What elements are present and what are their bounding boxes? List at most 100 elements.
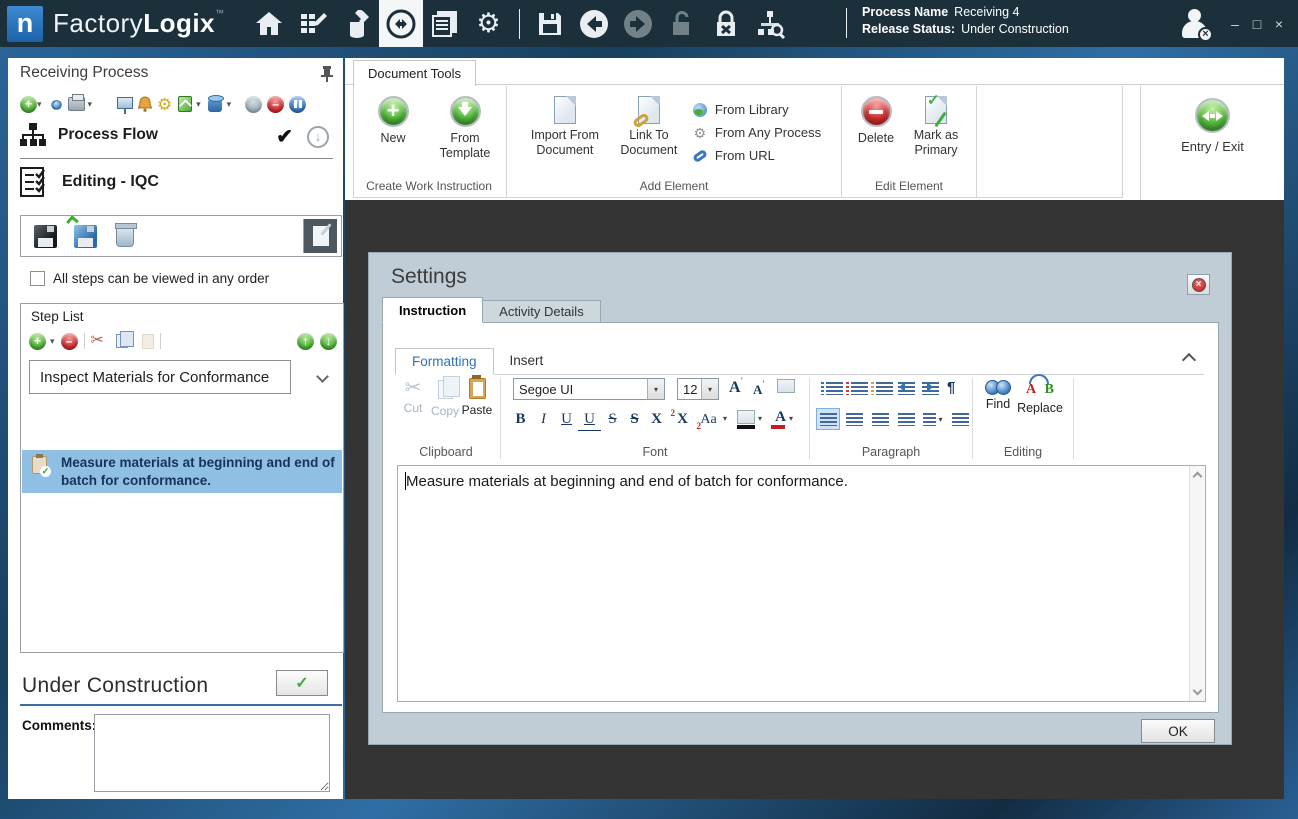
pause-button[interactable] [289,95,307,113]
lock-close-button[interactable] [704,0,748,47]
notify-button[interactable] [136,96,153,113]
logout-user-button[interactable]: × [1180,8,1213,42]
add-caret[interactable]: ▾ [37,99,42,110]
change-case-button[interactable]: Aa [697,408,720,431]
font-family-combo[interactable]: Segoe UI ▾ [513,378,665,400]
process-flow-row[interactable]: Process Flow [20,122,158,148]
save-button[interactable] [528,0,572,47]
scroll-down-icon[interactable] [1192,685,1203,696]
case-caret[interactable]: ▾ [723,414,727,423]
mark-as-primary-button[interactable]: ✓ Mark as Primary [903,92,969,158]
cut-step-button[interactable]: ✂ [91,333,104,349]
link-to-document-button[interactable]: Link To Document [611,92,687,158]
maximize-button[interactable]: □ [1246,11,1268,37]
print-caret[interactable]: ▾ [88,99,93,110]
italic-button[interactable]: I [532,408,555,431]
editor-scrollbar[interactable] [1189,466,1205,701]
text-direction-button[interactable] [948,408,972,430]
remove-step-button[interactable]: – [60,332,78,350]
collapse-ribbon-chevron[interactable] [1181,352,1197,368]
process-settings-button[interactable]: ⚙ [156,96,173,113]
import-from-document-button[interactable]: Import From Document [519,92,611,158]
scroll-up-icon[interactable] [1192,471,1203,482]
underline-button[interactable]: U [555,408,578,431]
from-url-button[interactable]: From URL [691,144,821,167]
minimize-button[interactable]: – [1224,11,1246,37]
grow-font-button[interactable]: A ' [729,376,743,397]
superscript-button[interactable]: X2 [645,408,675,431]
delete-doc-button[interactable] [106,219,144,253]
save-doc-button[interactable] [26,219,64,253]
database-delete-button[interactable] [207,94,225,113]
import-doc-button[interactable] [66,215,104,253]
present-button[interactable] [116,96,133,114]
comments-textarea[interactable] [94,714,330,792]
align-right-button[interactable] [868,408,892,430]
from-template-button[interactable]: From Template [429,92,501,161]
highlight-caret[interactable]: ▾ [758,414,762,423]
step-name-input[interactable]: Inspect Materials for Conformance [29,360,291,394]
find-button[interactable]: Find [977,378,1019,411]
numbered-list-button[interactable] [846,382,868,395]
print-button[interactable] [67,94,85,113]
receive-button[interactable] [335,0,379,47]
highlight-color-button[interactable] [737,410,755,424]
double-underline-button[interactable]: U [578,408,601,431]
collapse-circle-button[interactable]: ↓ [307,125,329,148]
align-left-button[interactable] [816,408,840,430]
decrease-indent-button[interactable] [898,382,915,395]
bullet-list-button[interactable] [821,382,843,395]
from-library-button[interactable]: From Library [691,98,821,121]
tab-activity-details[interactable]: Activity Details [483,300,601,323]
from-any-process-button[interactable]: ⚙ From Any Process [691,121,821,144]
database-caret[interactable]: ▾ [227,99,232,110]
align-center-button[interactable] [842,408,866,430]
editing-iqc-row[interactable]: Editing - IQC [20,166,159,198]
entry-exit-button[interactable]: Entry / Exit [1181,98,1244,154]
add-step-caret[interactable]: ▾ [50,336,55,347]
replace-button[interactable]: A B Replace [1017,374,1063,415]
delete-element-button[interactable]: Delete [849,92,903,146]
forward-button[interactable] [616,0,660,47]
dialog-close-button[interactable]: × [1187,274,1210,295]
step-dropdown-chevron[interactable] [316,370,329,383]
increase-indent-button[interactable] [922,382,939,395]
subscript-button[interactable]: X2 [671,408,701,431]
step-list-item-selected[interactable]: ✓ Measure materials at beginning and end… [22,450,342,493]
paste-button[interactable]: Paste [462,375,492,417]
add-step-button[interactable]: + [29,332,46,350]
transfer-button-active[interactable] [378,0,423,47]
add-button[interactable]: + [20,95,37,113]
bold-button[interactable]: B [509,408,532,431]
copy-step-button[interactable] [115,331,134,348]
tab-instruction[interactable]: Instruction [382,297,484,323]
tab-insert[interactable]: Insert [494,347,560,374]
line-spacing-button[interactable]: ▾ [918,408,948,430]
pilcrow-button[interactable]: ¶ [947,379,955,396]
new-button[interactable]: + New [357,92,429,146]
tab-document-tools[interactable]: Document Tools [353,60,476,86]
instruction-editor[interactable]: Measure materials at beginning and end o… [397,465,1206,702]
close-button[interactable]: × [1268,11,1290,37]
multilevel-list-button[interactable] [871,382,893,395]
strikethrough-button[interactable]: S [601,408,624,431]
search-button[interactable] [48,96,65,113]
edit-mode-button-selected[interactable] [303,219,337,253]
shrink-font-button[interactable]: A ' [753,379,765,398]
settings-button[interactable]: ⚙ [467,0,511,47]
move-step-down-button[interactable]: ↓ [320,332,337,350]
unlock-button[interactable] [660,0,704,47]
approve-release-button[interactable]: ✓ [276,670,328,696]
process-search-button[interactable] [748,0,792,47]
pin-button[interactable] [321,66,333,87]
ok-button[interactable]: OK [1141,719,1215,743]
home-button[interactable] [247,0,291,47]
move-step-up-button[interactable]: ↑ [297,332,314,350]
documents-button[interactable] [423,0,467,47]
justify-button[interactable] [894,408,918,430]
export-caret[interactable]: ▾ [196,99,201,110]
any-order-checkbox[interactable] [30,271,45,286]
clear-formatting-button[interactable] [777,379,795,393]
font-color-caret[interactable]: ▾ [789,414,793,423]
forms-button[interactable] [291,0,335,47]
